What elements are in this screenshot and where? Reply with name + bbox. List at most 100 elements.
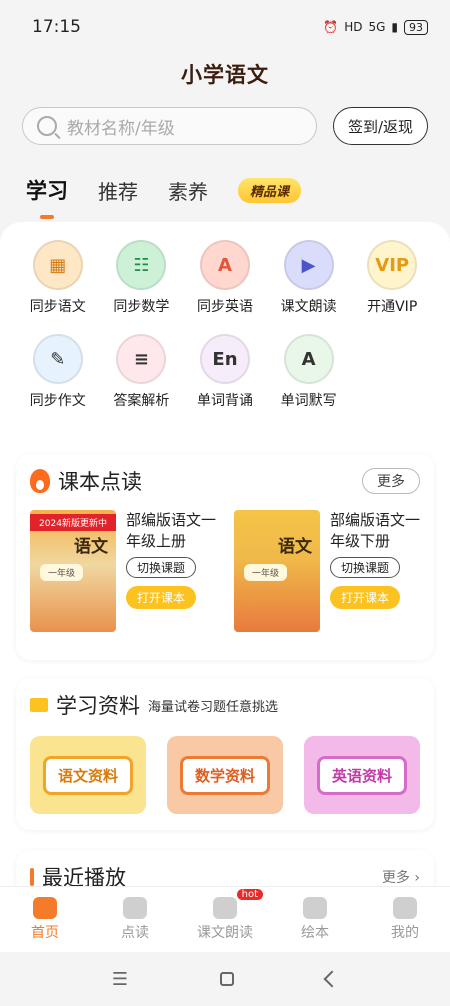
chinese-materials-button[interactable]: 语文资料 <box>30 736 146 814</box>
letter-a-icon: A <box>199 240 250 290</box>
clock: 17:15 <box>32 17 81 37</box>
book-cover[interactable]: 语文 一年级 <box>234 510 320 632</box>
nav-point-read[interactable]: 点读 <box>95 897 175 942</box>
textbook-header: 课本点读 更多 <box>16 454 434 496</box>
nav-label: 课文朗读 <box>197 925 253 941</box>
nav-mine[interactable]: 我的 <box>365 897 445 942</box>
tab-premium-course[interactable]: 精品课 <box>238 177 302 203</box>
feature-sync-chinese[interactable]: ▦ 同步语文 <box>16 240 100 316</box>
clipboard-icon: ≡ <box>116 334 167 384</box>
nav-picture-book[interactable]: 绘本 <box>275 897 355 942</box>
feature-label: 同步作文 <box>29 393 86 409</box>
book-info: 部编版语文一年级下册 切换课题 打开课本 <box>330 510 420 632</box>
more-link[interactable]: 更多 › <box>382 867 420 887</box>
section-title: 课本点读 <box>58 470 142 494</box>
textbook-card: 课本点读 更多 2024新版更新中 语文 一年级 部编版语文一年级上册 切换课题… <box>16 454 434 660</box>
flame-icon <box>30 469 50 493</box>
folder-icon <box>30 698 48 712</box>
feature-text-reading[interactable]: ▶ 课文朗读 <box>267 240 351 316</box>
en-book-icon: En <box>199 334 250 384</box>
tab-recommend[interactable]: 推荐 <box>98 176 138 205</box>
cover-grade: 一年级 <box>40 564 84 581</box>
menu-icon[interactable]: ☰ <box>112 969 128 990</box>
more-button[interactable]: 更多 <box>362 468 420 494</box>
open-book-button[interactable]: 打开课本 <box>330 586 400 609</box>
materials-label: 语文资料 <box>42 755 133 795</box>
app-title: 小学语文 <box>181 63 269 87</box>
search-row: 教材名称/年级 签到/返现 <box>0 107 450 145</box>
nav-label: 点读 <box>121 925 149 941</box>
book-item[interactable]: 语文 一年级 部编版语文一年级下册 切换课题 打开课本 <box>234 510 420 632</box>
feature-label: 单词背诵 <box>196 393 253 409</box>
battery-icon: 93 <box>404 19 428 35</box>
feature-sync-english[interactable]: A 同步英语 <box>183 240 267 316</box>
feature-sync-math[interactable]: ☷ 同步数学 <box>100 240 184 316</box>
home-icon <box>33 897 57 919</box>
cover-name: 语文 <box>74 537 108 557</box>
tab-study[interactable]: 学习 <box>26 175 68 205</box>
materials-header: 学习资料 海量试卷习题任意挑选 <box>16 678 434 720</box>
bottom-nav: 首页 点读 hot 课文朗读 绘本 我的 <box>0 886 450 952</box>
textbook-title-wrap: 课本点读 <box>30 466 142 496</box>
grid-book-icon: ▦ <box>32 240 83 290</box>
book-item[interactable]: 2024新版更新中 语文 一年级 部编版语文一年级上册 切换课题 打开课本 <box>30 510 216 632</box>
book-info: 部编版语文一年级上册 切换课题 打开课本 <box>126 510 216 632</box>
letter-card-icon: A <box>283 334 334 384</box>
materials-row: 语文资料 数学资料 英语资料 <box>16 720 434 814</box>
nav-label: 我的 <box>391 925 419 941</box>
feature-open-vip[interactable]: VIP 开通VIP <box>350 240 434 316</box>
open-book-button[interactable]: 打开课本 <box>126 586 196 609</box>
book-icon <box>123 897 147 919</box>
vip-crown-icon: VIP <box>367 240 418 290</box>
signal-icon: 5G <box>368 20 386 34</box>
search-placeholder: 教材名称/年级 <box>67 118 175 139</box>
nav-label: 绘本 <box>301 925 329 941</box>
home-square-icon[interactable] <box>220 972 235 986</box>
profile-icon <box>393 897 417 919</box>
tab-literacy[interactable]: 素养 <box>168 176 208 205</box>
feature-label: 同步数学 <box>113 299 170 315</box>
feature-word-recite[interactable]: En 单词背诵 <box>183 334 267 410</box>
section-subtitle: 海量试卷习题任意挑选 <box>148 699 279 715</box>
feature-label: 单词默写 <box>280 393 337 409</box>
nav-text-reading[interactable]: hot 课文朗读 <box>185 889 265 942</box>
book-cover[interactable]: 2024新版更新中 语文 一年级 <box>30 510 116 632</box>
status-bar: 17:15 ⏰ HD 5G ▮ 93 <box>0 0 450 54</box>
materials-label: 数学资料 <box>179 755 270 795</box>
hd-icon: HD <box>344 20 363 34</box>
back-icon[interactable] <box>323 970 341 988</box>
nav-label: 首页 <box>31 925 59 941</box>
switch-lesson-button[interactable]: 切换课题 <box>330 557 400 578</box>
section-title: 学习资料 <box>56 694 140 718</box>
nav-home[interactable]: 首页 <box>5 897 85 942</box>
picture-icon <box>303 897 327 919</box>
book-title: 部编版语文一年级下册 <box>330 511 421 550</box>
hot-badge: hot <box>236 889 263 900</box>
feature-answer-analysis[interactable]: ≡ 答案解析 <box>100 334 184 410</box>
materials-label: 英语资料 <box>316 755 407 795</box>
status-icons: ⏰ HD 5G ▮ 93 <box>323 19 428 35</box>
system-nav: ☰ <box>0 952 450 1006</box>
math-materials-button[interactable]: 数学资料 <box>167 736 283 814</box>
english-materials-button[interactable]: 英语资料 <box>304 736 420 814</box>
cover-grade: 一年级 <box>244 564 288 581</box>
feature-sync-composition[interactable]: ✎ 同步作文 <box>16 334 100 410</box>
feature-label: 同步语文 <box>29 299 86 315</box>
play-book-icon: ▶ <box>283 240 334 290</box>
abacus-icon: ☷ <box>116 240 167 290</box>
feature-label: 答案解析 <box>113 393 170 409</box>
switch-lesson-button[interactable]: 切换课题 <box>126 557 196 578</box>
book-list: 2024新版更新中 语文 一年级 部编版语文一年级上册 切换课题 打开课本 语文… <box>16 496 434 632</box>
cover-name: 语文 <box>278 537 312 557</box>
alarm-icon: ⏰ <box>323 20 339 34</box>
book-title: 部编版语文一年级上册 <box>126 511 217 550</box>
feature-label: 开通VIP <box>367 299 418 315</box>
pencil-doc-icon: ✎ <box>32 334 83 384</box>
feature-grid: ▦ 同步语文 ☷ 同步数学 A 同步英语 ▶ 课文朗读 VIP 开通VIP ✎ … <box>0 222 450 410</box>
checkin-button[interactable]: 签到/返现 <box>332 107 428 145</box>
feature-word-dictation[interactable]: A 单词默写 <box>267 334 351 410</box>
signal-bars-icon: ▮ <box>391 20 398 34</box>
materials-card: 学习资料 海量试卷习题任意挑选 语文资料 数学资料 英语资料 <box>16 678 434 830</box>
microphone-icon <box>213 897 237 919</box>
search-input[interactable]: 教材名称/年级 <box>22 107 317 145</box>
